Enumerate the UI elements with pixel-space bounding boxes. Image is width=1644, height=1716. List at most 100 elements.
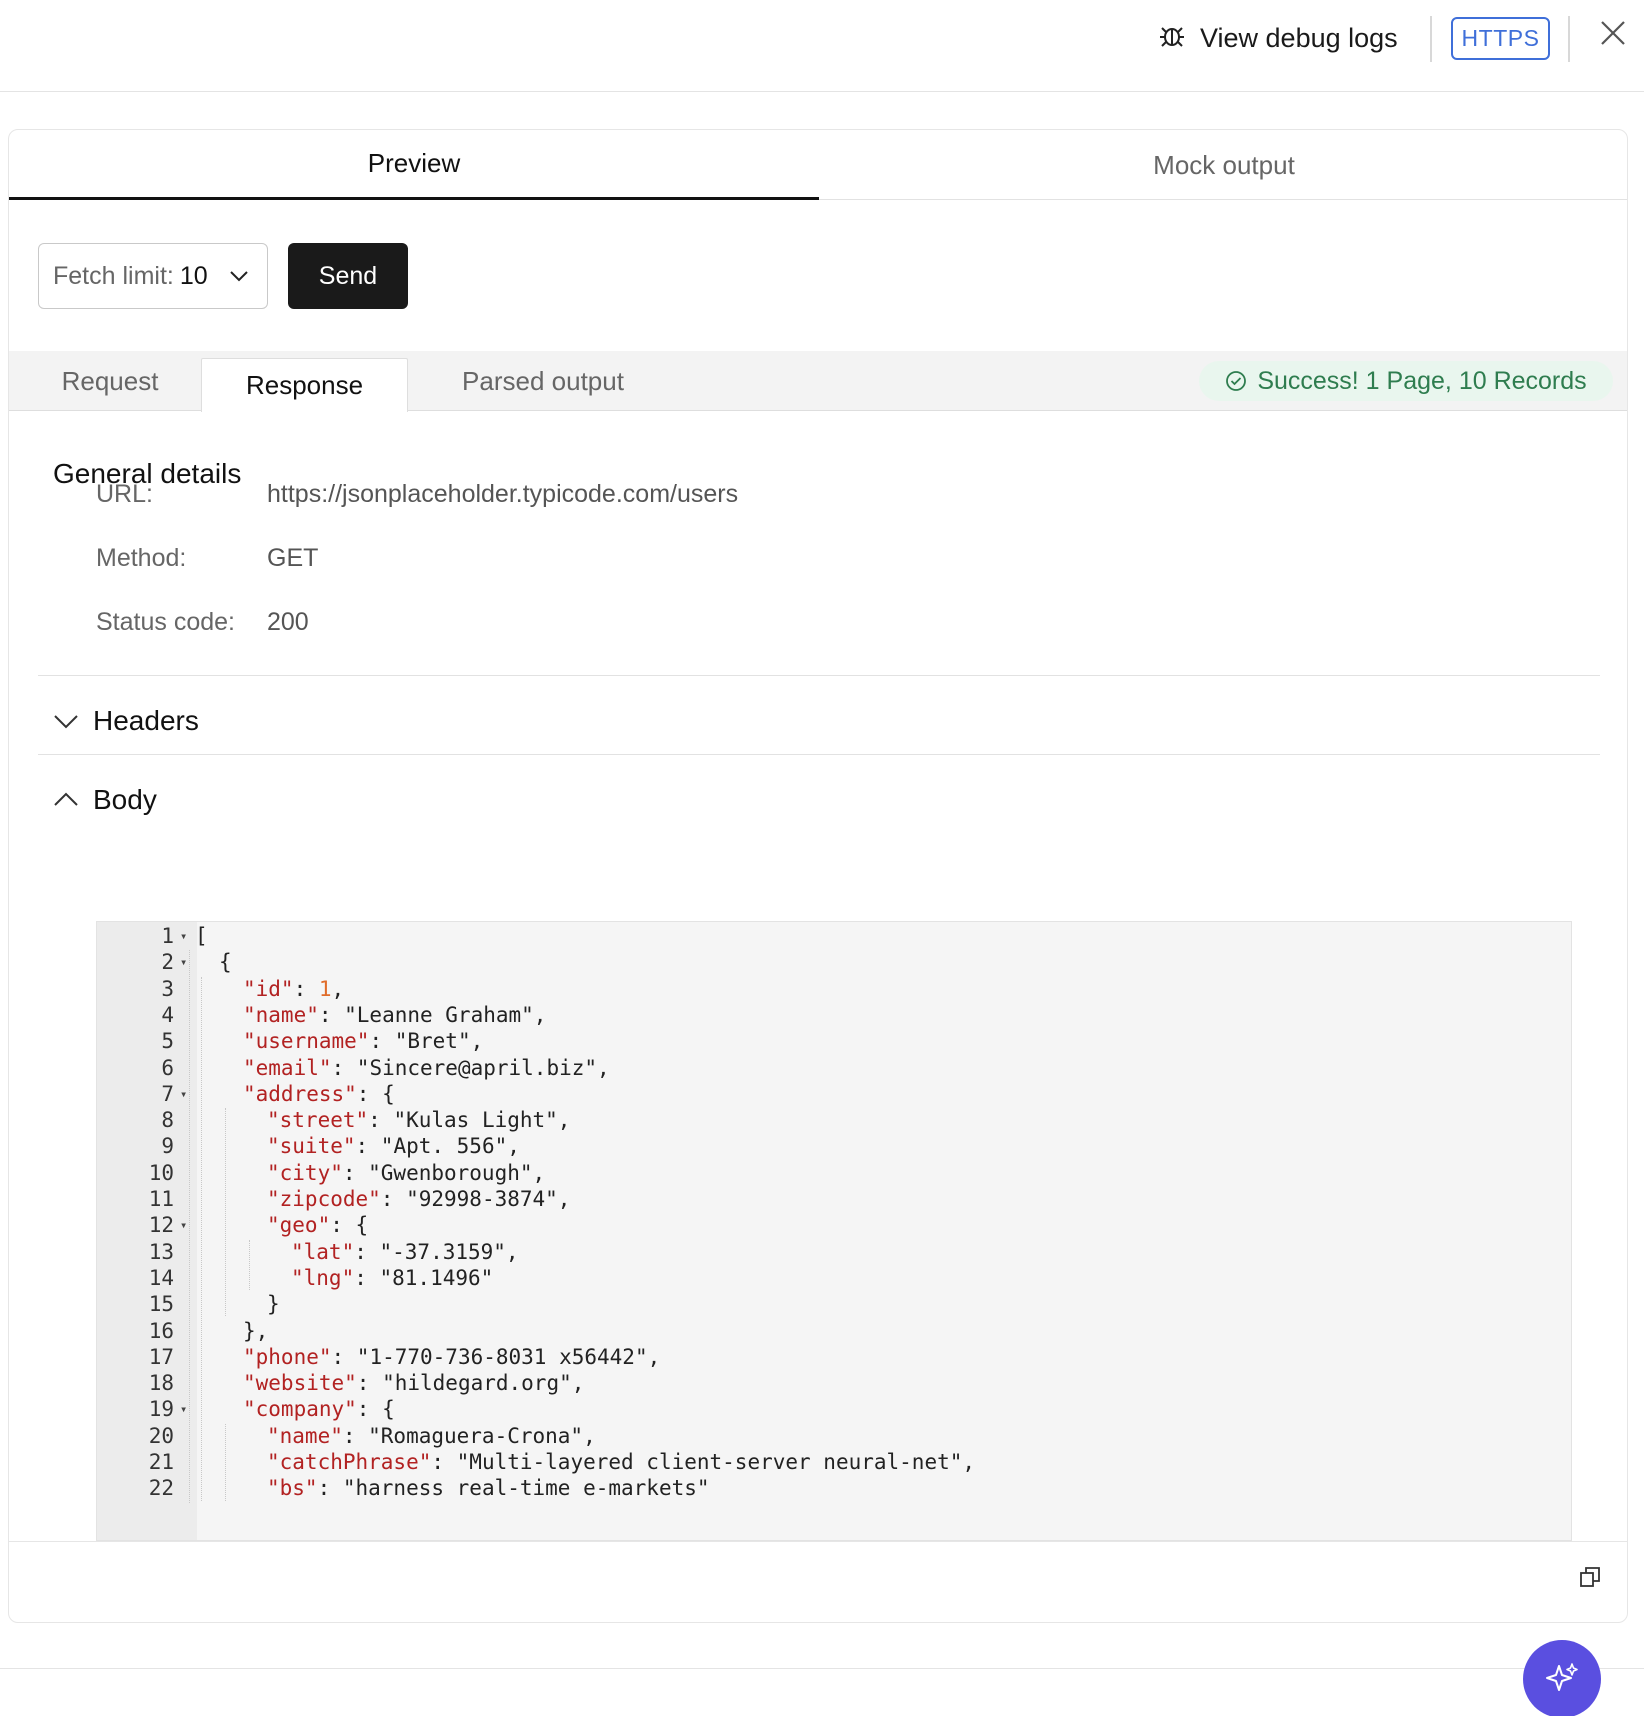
json-text: : "-37.3159", bbox=[354, 1239, 519, 1264]
line-number: 5 bbox=[161, 1029, 174, 1054]
code-line: 16}, bbox=[97, 1317, 1571, 1346]
divider bbox=[0, 1668, 1644, 1669]
copy-icon bbox=[1580, 1567, 1600, 1587]
sparkle-icon bbox=[1546, 1663, 1578, 1691]
json-text: : "Bret", bbox=[369, 1029, 484, 1054]
divider bbox=[1430, 16, 1432, 62]
top-tabs: Preview Mock output bbox=[9, 130, 1627, 200]
json-code-viewer[interactable]: 1 ▾[2 ▾{3 "id": 1, 4 "name": "Leanne Graham",… bbox=[96, 921, 1572, 1541]
json-key: "email" bbox=[243, 1055, 332, 1080]
code-text: "street": "Kulas Light", bbox=[267, 1106, 570, 1135]
send-button[interactable]: Send bbox=[288, 243, 408, 309]
json-key: "company" bbox=[243, 1397, 357, 1422]
code-line: 5 "username": "Bret", bbox=[97, 1027, 1571, 1056]
code-text: }, bbox=[243, 1317, 268, 1346]
fetch-limit-label: Fetch limit: bbox=[53, 261, 174, 290]
line-number: 3 bbox=[161, 976, 174, 1001]
line-number: 18 bbox=[148, 1371, 174, 1396]
code-line: 10 "city": "Gwenborough", bbox=[97, 1159, 1571, 1188]
code-line: 17 "phone": "1-770-736-8031 x56442", bbox=[97, 1343, 1571, 1372]
json-key: "geo" bbox=[267, 1213, 331, 1238]
json-key: "suite" bbox=[267, 1134, 356, 1159]
close-icon bbox=[1601, 21, 1625, 45]
json-key: "website" bbox=[243, 1371, 357, 1396]
code-line: 2 ▾{ bbox=[97, 948, 1571, 977]
json-text: { bbox=[219, 950, 232, 975]
code-text: "id": 1, bbox=[243, 975, 344, 1004]
close-button[interactable] bbox=[1598, 18, 1628, 48]
code-text: "city": "Gwenborough", bbox=[267, 1159, 545, 1188]
chevron-down-icon bbox=[230, 271, 248, 282]
view-debug-logs-button[interactable]: View debug logs bbox=[1158, 18, 1398, 58]
json-text: : { bbox=[330, 1213, 369, 1238]
code-line: 7 ▾ "address": { bbox=[97, 1080, 1571, 1109]
json-text: : { bbox=[356, 1081, 395, 1106]
tab-preview[interactable]: Preview bbox=[9, 130, 819, 200]
code-text: { bbox=[219, 948, 232, 977]
code-text: "bs": "harness real-time e-markets" bbox=[267, 1474, 710, 1503]
code-text: "geo": { bbox=[267, 1211, 368, 1240]
preview-card: Preview Mock output Fetch limit: 10 Send… bbox=[8, 129, 1628, 1623]
line-number: 4 bbox=[161, 1002, 174, 1027]
code-line: 14 "lng": "81.1496" bbox=[97, 1264, 1571, 1293]
fold-arrow-icon[interactable]: ▾ bbox=[180, 922, 190, 951]
code-line: 6 "email": "Sincere@april.biz", bbox=[97, 1054, 1571, 1083]
copy-button[interactable] bbox=[1579, 1566, 1601, 1588]
headers-section-label: Headers bbox=[93, 705, 199, 736]
code-text: "email": "Sincere@april.biz", bbox=[243, 1054, 610, 1083]
url-label: URL: bbox=[96, 480, 153, 508]
code-line: 1 ▾[ bbox=[97, 922, 1571, 951]
json-text: }, bbox=[243, 1318, 269, 1343]
json-key: "city" bbox=[267, 1160, 343, 1185]
https-button[interactable]: HTTPS bbox=[1451, 17, 1550, 60]
headers-section-toggle[interactable]: Headers bbox=[53, 701, 199, 741]
fetch-limit-select[interactable]: Fetch limit: 10 bbox=[38, 243, 268, 309]
url-value: https://jsonplaceholder.typicode.com/use… bbox=[267, 480, 739, 508]
json-text: : "1-770-736-8031 x56442", bbox=[331, 1344, 661, 1369]
code-line: 18 "website": "hildegard.org", bbox=[97, 1369, 1571, 1398]
line-number: 12 bbox=[148, 1213, 174, 1238]
indent-guide bbox=[225, 1108, 226, 1317]
code-line: 20 "name": "Romaguera-Crona", bbox=[97, 1422, 1571, 1451]
line-number: 16 bbox=[148, 1318, 174, 1343]
body-section-toggle[interactable]: Body bbox=[53, 780, 157, 820]
code-line: 9 "suite": "Apt. 556", bbox=[97, 1132, 1571, 1161]
json-text: : "Apt. 556", bbox=[355, 1134, 520, 1159]
check-circle-icon bbox=[1226, 371, 1247, 391]
json-text: : "harness real-time e-markets" bbox=[317, 1476, 710, 1501]
code-text: "phone": "1-770-736-8031 x56442", bbox=[243, 1343, 660, 1372]
view-debug-logs-label: View debug logs bbox=[1200, 22, 1398, 53]
indent-guide bbox=[225, 1423, 226, 1501]
indent-guide bbox=[189, 950, 190, 1503]
json-text: : "Sincere@april.biz", bbox=[331, 1055, 610, 1080]
line-number: 13 bbox=[148, 1239, 174, 1264]
method-value: GET bbox=[267, 544, 319, 572]
tab-response[interactable]: Response bbox=[201, 358, 408, 412]
code-text: "company": { bbox=[243, 1395, 395, 1424]
code-line: 3 "id": 1, bbox=[97, 975, 1571, 1004]
json-key: "name" bbox=[267, 1423, 343, 1448]
code-text: "zipcode": "92998-3874", bbox=[267, 1185, 570, 1214]
line-number: 17 bbox=[148, 1344, 174, 1369]
tab-mock-output[interactable]: Mock output bbox=[819, 130, 1627, 200]
json-text: : "Multi-layered client-server neural-ne… bbox=[431, 1450, 976, 1474]
chevron-down-icon bbox=[54, 715, 78, 729]
indent-guide bbox=[201, 976, 202, 1501]
chevron-up-icon bbox=[54, 792, 78, 806]
code-line: 12 ▾ "geo": { bbox=[97, 1211, 1571, 1240]
line-number: 10 bbox=[148, 1160, 174, 1185]
code-text: "website": "hildegard.org", bbox=[243, 1369, 584, 1398]
code-text: } bbox=[267, 1290, 280, 1319]
ai-assistant-button[interactable] bbox=[1523, 1640, 1601, 1716]
json-text: : "81.1496" bbox=[354, 1265, 494, 1290]
json-text: : bbox=[293, 976, 319, 1001]
tab-parsed-output[interactable]: Parsed output bbox=[423, 351, 663, 411]
line-number: 9 bbox=[161, 1134, 174, 1159]
json-key: "street" bbox=[267, 1108, 369, 1133]
status-code-label: Status code: bbox=[96, 608, 235, 636]
json-text: : "92998-3874", bbox=[380, 1187, 571, 1211]
divider bbox=[38, 675, 1600, 676]
tab-request[interactable]: Request bbox=[31, 351, 189, 411]
line-number: 19 bbox=[148, 1397, 174, 1422]
code-text: "address": { bbox=[243, 1080, 395, 1109]
